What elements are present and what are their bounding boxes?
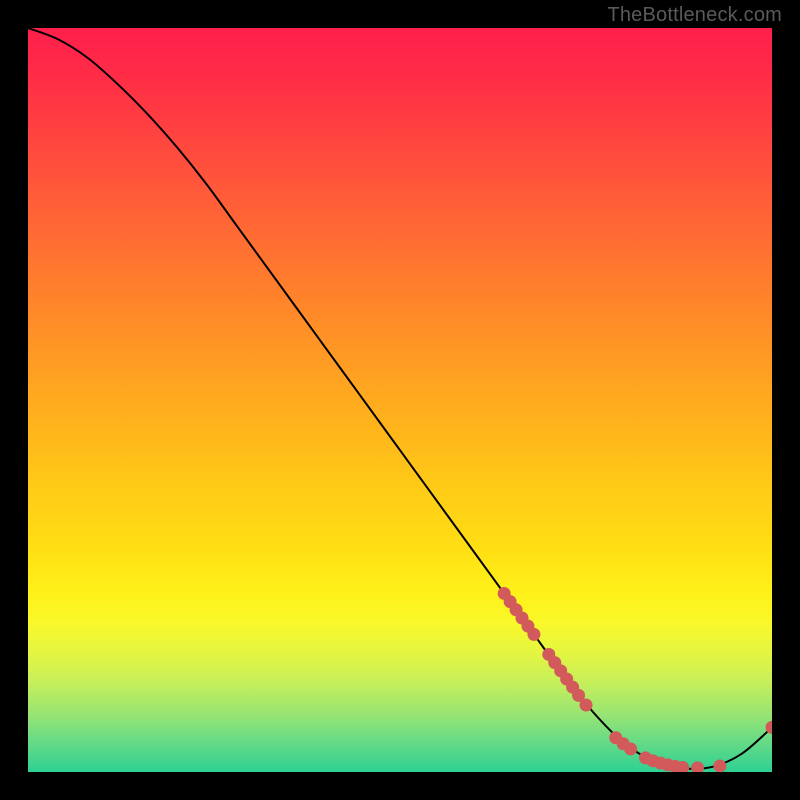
watermark-text: TheBottleneck.com bbox=[607, 4, 782, 27]
data-dot bbox=[527, 628, 540, 641]
data-dot bbox=[713, 760, 726, 772]
data-dot bbox=[766, 721, 773, 734]
data-dots bbox=[498, 587, 772, 772]
chart-stage: TheBottleneck.com bbox=[0, 0, 800, 800]
plot-area bbox=[28, 28, 772, 772]
data-dot bbox=[624, 742, 637, 755]
dots-layer bbox=[28, 28, 772, 772]
data-dot bbox=[691, 761, 704, 772]
data-dot bbox=[580, 699, 593, 712]
